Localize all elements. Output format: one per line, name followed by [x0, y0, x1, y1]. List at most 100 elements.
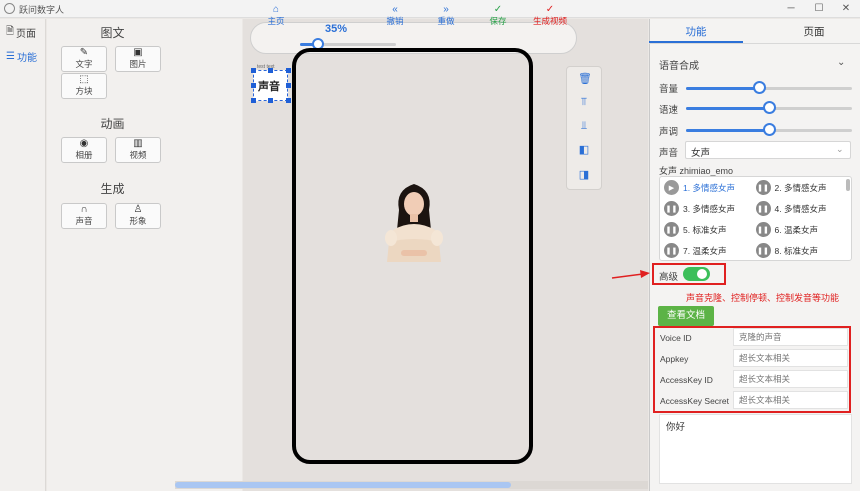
undo-label: 撤销 [386, 16, 404, 26]
appkey-input[interactable] [733, 349, 848, 367]
check-icon: ✓ [493, 4, 503, 15]
red-arrow-icon [611, 270, 650, 279]
home-button[interactable]: ⌂ 主页 [256, 5, 296, 27]
resize-handle-se[interactable] [286, 98, 291, 103]
pause-icon[interactable]: ❚❚ [664, 222, 679, 237]
tool-text-button[interactable]: ✎ 文字 [61, 46, 107, 72]
redo-label: 重做 [437, 16, 455, 26]
tool-label: 声音 [75, 216, 93, 226]
close-button[interactable]: ✕ [832, 1, 860, 17]
speed-slider-thumb[interactable] [763, 101, 776, 114]
zoom-label: 35% [325, 23, 348, 35]
camera-icon: ◉ [79, 138, 89, 149]
voice-list: ▶ 1. 多情感女声 ❚❚ 2. 多情感女声 ❚❚ 3. 多情感女声 ❚❚ 4. 多情感女声 ❚… [659, 176, 852, 261]
voice-select-value: 女声 [691, 148, 711, 159]
trash-icon[interactable]: 🗑 [578, 73, 592, 85]
resize-handle-w[interactable] [251, 83, 256, 88]
horizontal-scrollbar-thumb[interactable] [175, 482, 511, 488]
tool-label: 方块 [75, 86, 93, 96]
maximize-button[interactable]: ☐ [805, 1, 833, 17]
tool-label: 形象 [129, 216, 147, 226]
voice-item[interactable]: ❚❚ 3. 多情感女声 [664, 198, 756, 219]
advanced-label: 高级 [659, 272, 679, 283]
view-docs-button[interactable]: 查看文档 [658, 306, 714, 326]
avatar-image[interactable] [381, 180, 447, 262]
nav-item-function[interactable]: ☰ 功能 [6, 48, 44, 64]
window-title: 跃问数字人 [19, 5, 65, 15]
voice-item[interactable]: ❚❚ 4. 多情感女声 [755, 198, 848, 219]
save-button[interactable]: ✓ 保存 [478, 5, 518, 27]
send-backward-icon[interactable]: ◨ [578, 169, 590, 181]
tool-label: 相册 [75, 150, 93, 160]
redo-icon: » [443, 4, 449, 15]
resize-handle-e[interactable] [286, 83, 291, 88]
advanced-note: 声音克隆、控制停顿、控制发音等功能 [686, 293, 840, 303]
resize-handle-n[interactable] [268, 68, 273, 73]
tool-album-button[interactable]: ◉ 相册 [61, 137, 107, 163]
tool-avatar-button[interactable]: ♙ 形象 [115, 203, 161, 229]
function-icon: ☰ [6, 50, 15, 62]
voice-item-label: 5. 标准女声 [683, 224, 727, 235]
voice-label: 声音 [659, 148, 679, 159]
accesskey-id-input[interactable] [733, 370, 848, 388]
volume-slider-fill [686, 87, 759, 90]
resize-handle-sw[interactable] [251, 98, 256, 103]
accesskey-id-label: AccessKey ID [660, 375, 713, 385]
voice-list-scrollbar[interactable] [846, 179, 850, 191]
align-top-icon[interactable]: ⫪ [578, 96, 590, 108]
accesskey-secret-input[interactable] [733, 391, 848, 409]
image-icon: ▣ [133, 47, 143, 58]
tool-voice-button[interactable]: ∩ 声音 [61, 203, 107, 229]
volume-slider-thumb[interactable] [753, 81, 766, 94]
tab-page[interactable]: 页面 [769, 24, 859, 39]
tool-video-button[interactable]: ▥ 视频 [115, 137, 161, 163]
voice-item-label: 2. 多情感女声 [774, 182, 827, 193]
pause-icon[interactable]: ❚❚ [755, 243, 771, 258]
align-bottom-icon[interactable]: ⫫ [578, 120, 590, 132]
tts-text-input[interactable]: 你好 [659, 414, 852, 484]
voice-item-label: 3. 多情感女声 [683, 203, 735, 214]
pitch-slider-fill [686, 129, 769, 132]
resize-handle-s[interactable] [268, 98, 273, 103]
play-icon[interactable]: ▶ [664, 180, 679, 195]
minimize-button[interactable]: ─ [777, 1, 805, 17]
pause-icon[interactable]: ❚❚ [755, 201, 771, 216]
voice-item[interactable]: ❚❚ 6. 温柔女声 [755, 219, 848, 240]
tab-function[interactable]: 功能 [651, 24, 741, 39]
pause-icon[interactable]: ❚❚ [755, 222, 771, 237]
speed-slider-fill [686, 107, 769, 110]
pause-icon[interactable]: ❚❚ [664, 243, 679, 258]
section-title-tts: 语音合成 [659, 61, 699, 72]
chevron-down-icon[interactable]: ⌄ [837, 57, 845, 68]
check-icon: ✓ [545, 4, 555, 15]
edit-icon: ✎ [79, 47, 89, 58]
generate-video-button[interactable]: ✓ 生成视频 [528, 5, 572, 27]
undo-button[interactable]: « 撤销 [375, 5, 415, 27]
voice-item[interactable]: ❚❚ 5. 标准女声 [664, 219, 756, 240]
tool-label: 图片 [129, 59, 147, 69]
bring-forward-icon[interactable]: ◧ [578, 144, 590, 156]
voice-id-input[interactable] [733, 328, 848, 346]
voice-item[interactable]: ❚❚ 2. 多情感女声 [755, 177, 848, 198]
pause-icon[interactable]: ❚❚ [755, 180, 771, 195]
accesskey-secret-label: AccessKey Secret [660, 396, 729, 406]
pause-icon[interactable]: ❚❚ [664, 201, 679, 216]
appkey-label: Appkey [660, 354, 689, 364]
nav-item-label: 功能 [16, 52, 37, 64]
resize-handle-ne[interactable] [286, 68, 291, 73]
person-icon: ♙ [133, 204, 143, 215]
voice-item-label: 8. 标准女声 [774, 245, 818, 256]
voice-item[interactable]: ❚❚ 8. 标准女声 [755, 240, 848, 260]
redo-button[interactable]: » 重做 [426, 5, 466, 27]
pitch-slider-thumb[interactable] [763, 123, 776, 136]
voice-item[interactable]: ❚❚ 7. 温柔女声 [664, 240, 756, 260]
selected-element-text[interactable]: 声音 [258, 78, 280, 94]
voice-item[interactable]: ▶ 1. 多情感女声 [664, 177, 756, 198]
tool-image-button[interactable]: ▣ 图片 [115, 46, 161, 72]
toggle-knob [697, 269, 707, 279]
generate-video-label: 生成视频 [532, 16, 567, 26]
voice-item-label: 7. 温柔女声 [683, 245, 727, 256]
tool-block-button[interactable]: ⬚ 方块 [61, 73, 107, 99]
resize-handle-nw[interactable] [251, 68, 256, 73]
voice-item-label: 6. 温柔女声 [774, 224, 818, 235]
